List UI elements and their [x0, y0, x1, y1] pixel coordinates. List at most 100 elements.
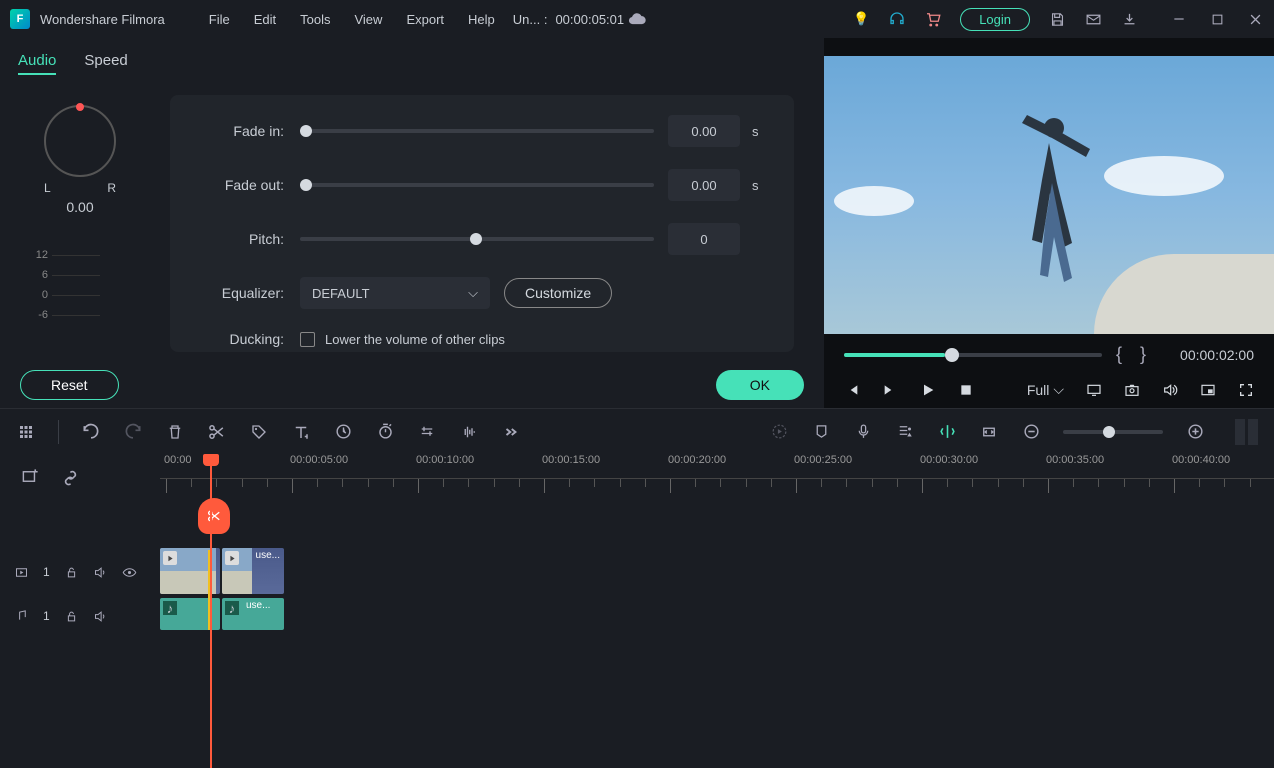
properties-panel: Audio Speed LR 0.00 12 6 0 -6 Fade in [0, 38, 824, 408]
download-icon[interactable] [1120, 10, 1138, 28]
pip-icon[interactable] [1200, 382, 1216, 398]
preview-progress[interactable] [844, 353, 1102, 357]
trim-icon[interactable] [937, 422, 957, 442]
display-icon[interactable] [1086, 382, 1102, 398]
preview-panel: { } 00:00:02:00 Full⌵ [824, 38, 1274, 408]
minimize-icon[interactable] [1170, 10, 1188, 28]
zoom-out-icon[interactable] [1021, 422, 1041, 442]
zoom-in-icon[interactable] [1185, 422, 1205, 442]
maximize-icon[interactable] [1208, 10, 1226, 28]
ducking-label: Ducking: [200, 331, 300, 347]
equalizer-select[interactable]: DEFAULT ⌵ [300, 277, 490, 309]
save-icon[interactable] [1048, 10, 1066, 28]
timeline-ruler[interactable]: 00:0000:00:05:0000:00:10:0000:00:15:0000… [160, 454, 1274, 498]
clip-label: use... [242, 598, 274, 630]
ruler-label: 00:00:10:00 [416, 454, 474, 466]
reset-button[interactable]: Reset [20, 370, 119, 400]
fade-in-label: Fade in: [200, 123, 300, 139]
crop-resize-icon[interactable] [979, 422, 999, 442]
audio-track-icon[interactable] [14, 609, 29, 624]
mic-icon[interactable] [853, 422, 873, 442]
audio-clip[interactable]: ♪ use... [222, 598, 284, 630]
grid-icon[interactable] [16, 422, 36, 442]
fullscreen-icon[interactable] [1238, 382, 1254, 398]
ruler-label: 00:00:25:00 [794, 454, 852, 466]
tab-speed[interactable]: Speed [84, 48, 127, 75]
clip-label: use... [252, 548, 284, 594]
lightbulb-icon[interactable]: 💡 [852, 10, 870, 28]
tab-audio[interactable]: Audio [18, 48, 56, 75]
ruler-label: 00:00:20:00 [668, 454, 726, 466]
balance-knob[interactable] [44, 105, 116, 177]
snapshot-icon[interactable] [1124, 382, 1140, 398]
timeline-toolbar [0, 408, 1274, 454]
preview-viewport[interactable] [824, 56, 1274, 334]
ruler-label: 00:00:40:00 [1172, 454, 1230, 466]
audio-mixer-icon[interactable] [895, 422, 915, 442]
ducking-checkbox[interactable] [300, 332, 315, 347]
delete-icon[interactable] [165, 422, 185, 442]
speed-circle-icon[interactable] [333, 422, 353, 442]
customize-button[interactable]: Customize [504, 278, 612, 308]
timer-icon[interactable] [375, 422, 395, 442]
menu-file[interactable]: File [199, 6, 240, 33]
audio-track: 1 ♪ ♪ use... [0, 598, 1274, 634]
add-track-icon[interactable] [20, 466, 40, 486]
chevron-down-icon: ⌵ [1053, 381, 1064, 398]
login-button[interactable]: Login [960, 8, 1030, 31]
video-track-icon[interactable] [14, 565, 29, 580]
ruler-label: 00:00:05:00 [290, 454, 348, 466]
video-track: 1 use... [0, 548, 1274, 596]
scissors-marker-icon[interactable] [198, 498, 230, 534]
render-icon[interactable] [769, 422, 789, 442]
text-icon[interactable] [291, 422, 311, 442]
audio-wave-icon[interactable] [459, 422, 479, 442]
cart-icon[interactable] [924, 10, 942, 28]
visibility-icon[interactable] [122, 565, 137, 580]
adjust-icon[interactable] [417, 422, 437, 442]
mute-icon[interactable] [93, 609, 108, 624]
video-clip[interactable]: use... [222, 548, 284, 594]
marker-shield-icon[interactable] [811, 422, 831, 442]
pitch-value[interactable]: 0 [668, 223, 740, 255]
timeline: 00:0000:00:05:0000:00:10:0000:00:15:0000… [0, 454, 1274, 634]
link-icon[interactable] [60, 466, 80, 486]
fade-out-slider[interactable] [300, 183, 654, 187]
prev-frame-icon[interactable] [844, 382, 860, 398]
menu-export[interactable]: Export [396, 6, 454, 33]
mute-icon[interactable] [93, 565, 108, 580]
lock-icon[interactable] [64, 609, 79, 624]
fade-in-slider[interactable] [300, 129, 654, 133]
stop-icon[interactable] [958, 382, 974, 398]
playhead[interactable] [210, 454, 212, 768]
menu-edit[interactable]: Edit [244, 6, 286, 33]
mark-in-icon[interactable]: { [1112, 344, 1126, 365]
pitch-label: Pitch: [200, 231, 300, 247]
tag-icon[interactable] [249, 422, 269, 442]
fade-in-value[interactable]: 0.00 [668, 115, 740, 147]
close-icon[interactable] [1246, 10, 1264, 28]
fade-out-value[interactable]: 0.00 [668, 169, 740, 201]
project-name: Un... : [513, 12, 548, 27]
cloud-icon[interactable] [628, 10, 646, 28]
play-icon[interactable] [920, 382, 936, 398]
ruler-label: 00:00:15:00 [542, 454, 600, 466]
lock-icon[interactable] [64, 565, 79, 580]
mail-icon[interactable] [1084, 10, 1102, 28]
menu-help[interactable]: Help [458, 6, 505, 33]
menu-tools[interactable]: Tools [290, 6, 340, 33]
pitch-slider[interactable] [300, 237, 654, 241]
next-frame-icon[interactable] [882, 382, 898, 398]
menu-view[interactable]: View [344, 6, 392, 33]
play-badge-icon [225, 551, 239, 565]
zoom-slider[interactable] [1063, 430, 1163, 434]
volume-icon[interactable] [1162, 382, 1178, 398]
ok-button[interactable]: OK [716, 370, 804, 400]
mark-out-icon[interactable]: } [1136, 344, 1150, 365]
split-icon[interactable] [207, 422, 227, 442]
redo-icon[interactable] [123, 422, 143, 442]
undo-icon[interactable] [81, 422, 101, 442]
quality-select[interactable]: Full⌵ [1027, 381, 1064, 398]
headset-icon[interactable] [888, 10, 906, 28]
more-icon[interactable] [501, 422, 521, 442]
